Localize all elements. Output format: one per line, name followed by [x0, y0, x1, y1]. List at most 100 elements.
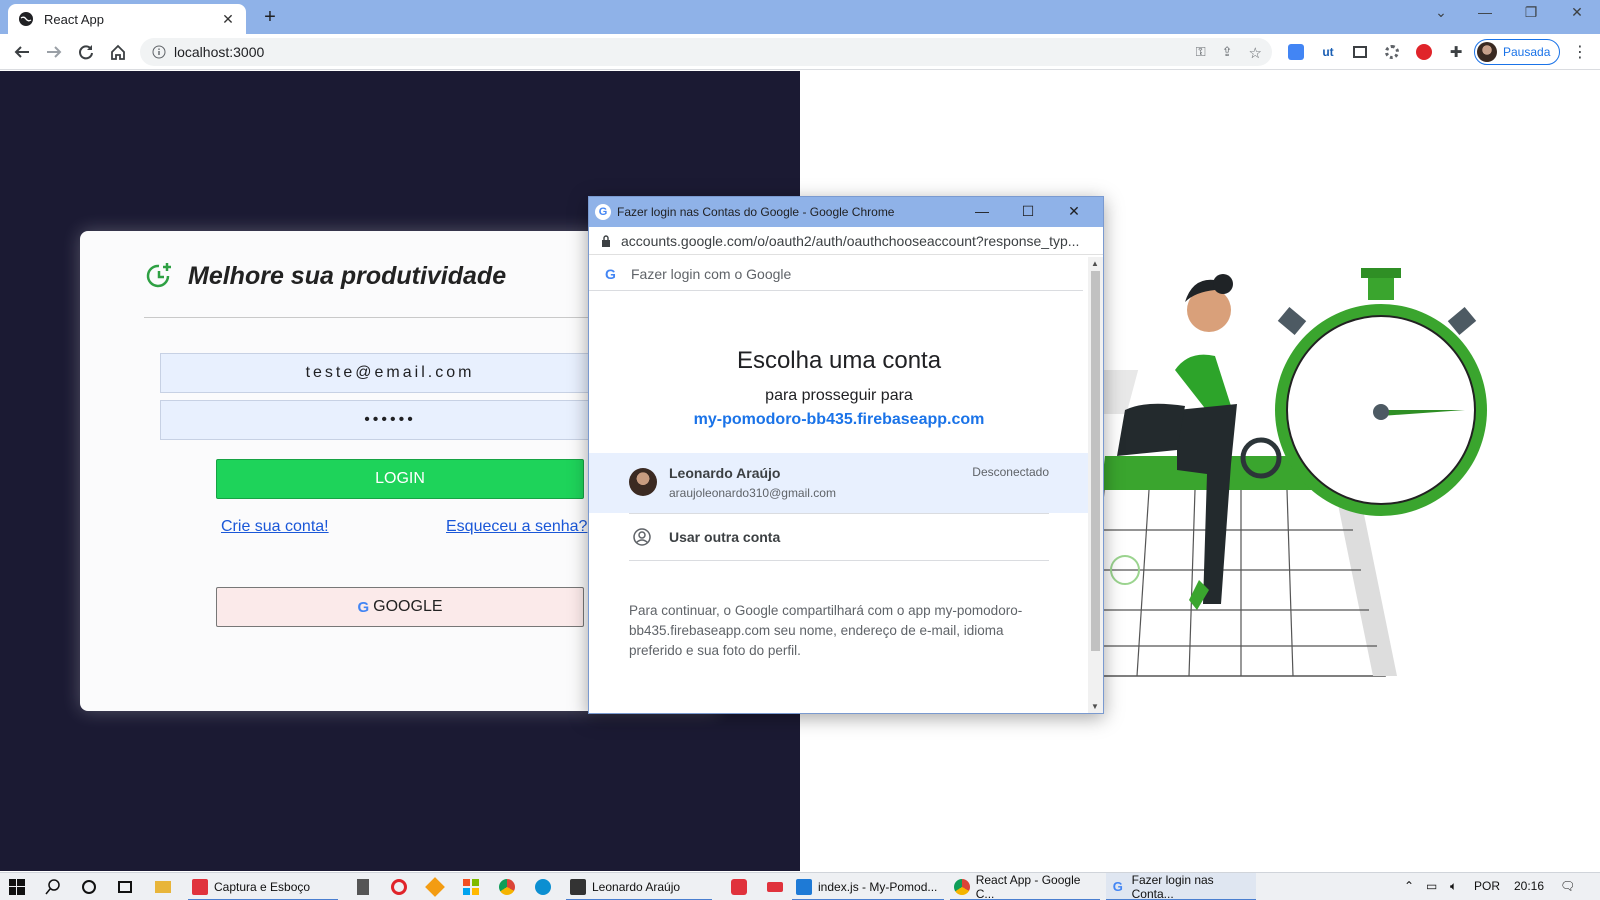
- popup-window-title: Fazer login nas Contas do Google - Googl…: [617, 205, 895, 219]
- use-other-account-label: Usar outra conta: [669, 529, 781, 545]
- taskbar-app-label: index.js - My-Pomod...: [818, 880, 938, 894]
- key-icon[interactable]: ⚿: [1196, 44, 1206, 62]
- scrollbar-thumb[interactable]: [1091, 271, 1100, 651]
- popup-close-icon[interactable]: ✕: [1059, 203, 1089, 220]
- camera-icon[interactable]: [766, 878, 784, 896]
- forgot-password-link[interactable]: Esqueceu a senha?: [446, 518, 587, 536]
- language-indicator[interactable]: POR: [1474, 879, 1500, 893]
- lock-icon: [602, 234, 610, 247]
- terminal-icon: [570, 879, 586, 895]
- chrome-icon[interactable]: [498, 878, 516, 896]
- opera-icon[interactable]: [390, 878, 408, 896]
- email-field[interactable]: teste@email.com: [160, 353, 620, 393]
- opera-extension-icon[interactable]: [1414, 42, 1434, 62]
- popup-address-bar: accounts.google.com/o/oauth2/auth/oauthc…: [589, 227, 1103, 255]
- account-status: Desconectado: [972, 465, 1049, 479]
- window-close-icon[interactable]: ✕: [1562, 4, 1592, 21]
- file-explorer-icon[interactable]: [154, 878, 172, 896]
- network-icon[interactable]: ▭: [1426, 879, 1437, 893]
- login-button[interactable]: LOGIN: [216, 459, 584, 499]
- tab-react-app[interactable]: React App ✕: [8, 4, 246, 34]
- volume-icon[interactable]: 🔈︎: [1450, 879, 1457, 894]
- popup-content: G Fazer login com o Google Escolha uma c…: [589, 257, 1089, 713]
- windows-taskbar: Captura e Esboço Leonardo Araújo index.j…: [0, 872, 1600, 900]
- bookmark-star-icon[interactable]: ☆: [1249, 44, 1262, 62]
- back-icon[interactable]: [10, 40, 34, 64]
- search-icon[interactable]: [44, 878, 62, 896]
- productivity-illustration: [1085, 268, 1487, 677]
- microsoft-store-icon[interactable]: [462, 878, 480, 896]
- google-button-label: GOOGLE: [373, 598, 443, 615]
- page-title: Melhore sua produtividade: [188, 261, 507, 290]
- scroll-up-icon[interactable]: ▲: [1091, 259, 1099, 268]
- profile-button[interactable]: Pausada: [1474, 39, 1560, 65]
- choose-account-heading: Escolha uma conta: [736, 347, 942, 374]
- globe-icon: [19, 12, 33, 26]
- forward-icon[interactable]: [42, 40, 66, 64]
- chrome-window-icon: [954, 879, 970, 895]
- google-favicon-icon: G: [595, 204, 611, 220]
- taskbar-app-label: Captura e Esboço: [214, 880, 311, 894]
- edge-icon[interactable]: [534, 878, 552, 896]
- popup-url: accounts.google.com/o/oauth2/auth/oauthc…: [621, 232, 1080, 249]
- new-tab-button[interactable]: +: [258, 6, 282, 29]
- calculator-icon[interactable]: [354, 878, 372, 896]
- extension-icon[interactable]: ut: [1318, 42, 1338, 62]
- google-signin-popup: G Fazer login nas Contas do Google - Goo…: [588, 196, 1104, 714]
- share-icon[interactable]: ⇪: [1222, 44, 1233, 62]
- account-email: araujoleonardo310@gmail.com: [669, 486, 836, 500]
- restore-icon[interactable]: ❐: [1516, 4, 1546, 21]
- minimize-icon[interactable]: —: [1470, 4, 1500, 20]
- use-other-account-row[interactable]: Usar outra conta: [629, 513, 1049, 561]
- scroll-down-icon[interactable]: ▼: [1091, 702, 1099, 711]
- password-field[interactable]: ••••••: [160, 400, 620, 440]
- puzzle-extensions-icon[interactable]: ✚: [1446, 42, 1466, 62]
- clock[interactable]: 20:16: [1514, 879, 1544, 893]
- windows-start-icon[interactable]: [8, 878, 26, 896]
- taskbar-app-terminal[interactable]: Leonardo Araújo: [566, 873, 712, 900]
- tab-search-icon[interactable]: ⌄: [1426, 4, 1456, 21]
- address-url: localhost:3000: [174, 44, 265, 60]
- app-red-icon[interactable]: [730, 878, 748, 896]
- taskbar-app-google-login[interactable]: G Fazer login nas Conta...: [1106, 873, 1256, 900]
- notifications-icon[interactable]: 🗨︎: [1560, 879, 1575, 893]
- app-icon[interactable]: [425, 877, 445, 897]
- popup-maximize-icon[interactable]: ☐: [1013, 203, 1043, 220]
- cortana-icon[interactable]: [80, 878, 98, 896]
- browser-toolbar: localhost:3000 ⚿ ⇪ ☆ ut ✚ Pausada ⋮: [0, 34, 1600, 70]
- info-icon[interactable]: [152, 45, 166, 59]
- signup-link[interactable]: Crie sua conta!: [221, 518, 329, 536]
- account-row[interactable]: Leonardo Araújo araujoleonardo310@gmail.…: [589, 453, 1089, 513]
- task-view-icon[interactable]: [116, 878, 134, 896]
- settings-extension-icon[interactable]: [1382, 42, 1402, 62]
- taskbar-app-label: Leonardo Araújo: [592, 880, 681, 894]
- translate-extension-icon[interactable]: [1286, 42, 1306, 62]
- taskbar-app-snip[interactable]: Captura e Esboço: [188, 873, 338, 900]
- clock-plus-icon: [146, 263, 171, 288]
- address-bar[interactable]: localhost:3000 ⚿ ⇪ ☆: [140, 38, 1272, 66]
- snip-sketch-icon: [192, 879, 208, 895]
- popup-titlebar: G Fazer login nas Contas do Google - Goo…: [589, 197, 1103, 227]
- profile-avatar: [1477, 42, 1497, 62]
- login-header: Melhore sua produtividade: [144, 261, 506, 291]
- account-circle-icon: [633, 528, 651, 546]
- vscode-icon: [796, 879, 812, 895]
- menu-kebab-icon[interactable]: ⋮: [1570, 42, 1590, 62]
- taskbar-app-vscode[interactable]: index.js - My-Pomod...: [792, 873, 944, 900]
- home-icon[interactable]: [106, 40, 130, 64]
- browser-tab-strip: React App ✕ + ⌄ — ❐ ✕: [0, 0, 1600, 34]
- app-site-link[interactable]: my-pomodoro-bb435.firebaseapp.com: [589, 411, 1089, 429]
- signin-header-text: Fazer login com o Google: [631, 265, 792, 282]
- screenshot-extension-icon[interactable]: [1350, 42, 1370, 62]
- popup-scrollbar[interactable]: ▲ ▼: [1088, 257, 1103, 713]
- continue-to-label: para prosseguir para: [765, 387, 913, 404]
- taskbar-app-chrome[interactable]: React App - Google C...: [950, 873, 1100, 900]
- popup-minimize-icon[interactable]: —: [967, 203, 997, 219]
- tab-close-icon[interactable]: ✕: [220, 11, 236, 28]
- reload-icon[interactable]: [74, 40, 98, 64]
- google-login-button[interactable]: G GOOGLE: [216, 587, 584, 627]
- divider: [144, 317, 624, 318]
- tray-chevron-icon[interactable]: ⌃: [1404, 879, 1414, 893]
- taskbar-app-label: React App - Google C...: [975, 873, 1081, 900]
- account-avatar: [629, 468, 657, 496]
